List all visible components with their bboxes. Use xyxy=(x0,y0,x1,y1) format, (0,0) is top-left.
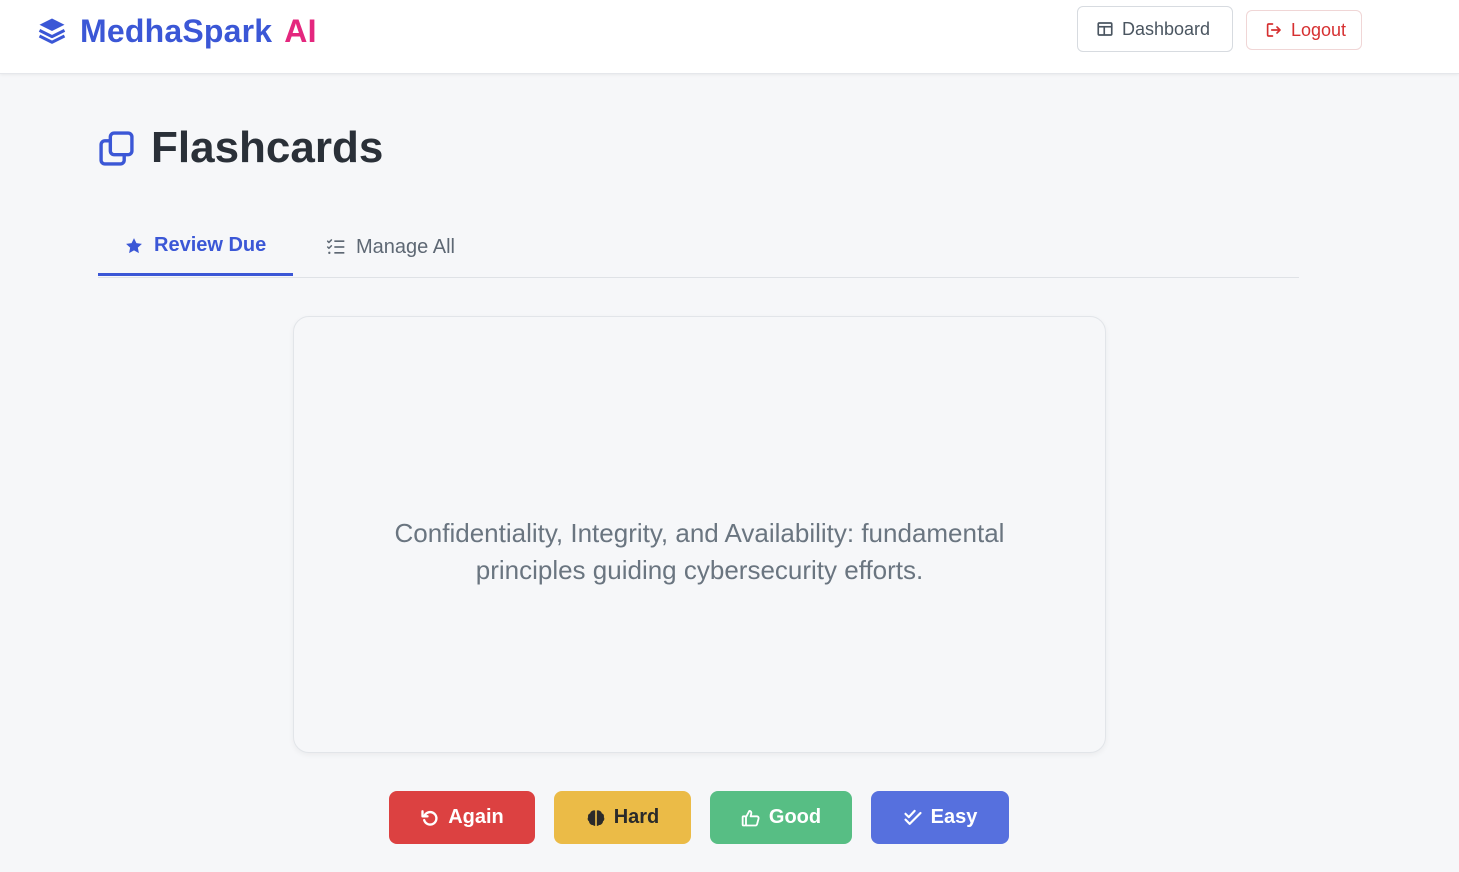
flashcard-text: Confidentiality, Integrity, and Availabi… xyxy=(394,517,1005,585)
page-title: Flashcards xyxy=(98,123,384,172)
good-button[interactable]: Good xyxy=(710,791,852,844)
brand-name: MedhaSpark xyxy=(80,12,273,49)
tab-manage-all-label: Manage All xyxy=(356,235,455,258)
tab-review-due[interactable]: Review Due xyxy=(98,218,293,276)
dashboard-button[interactable]: Dashboard xyxy=(1077,6,1233,52)
tab-manage-all[interactable]: Manage All xyxy=(326,218,455,276)
check-double-icon xyxy=(904,809,922,825)
brand-title: MedhaSpark AI xyxy=(80,13,317,50)
layers-icon xyxy=(38,18,66,44)
flashcard[interactable]: Confidentiality, Integrity, and Availabi… xyxy=(293,316,1106,753)
tab-review-due-label: Review Due xyxy=(154,234,267,256)
list-check-icon xyxy=(326,239,345,254)
page-title-text: Flashcards xyxy=(151,123,384,172)
top-navbar: MedhaSpark AI Dashboard Logout xyxy=(0,0,1459,74)
hard-label: Hard xyxy=(613,806,660,828)
good-label: Good xyxy=(768,806,822,828)
brand-link[interactable]: MedhaSpark AI xyxy=(37,13,317,49)
dashboard-label: Dashboard xyxy=(1122,18,1211,39)
star-icon xyxy=(126,237,142,253)
again-label: Again xyxy=(448,806,504,828)
logout-button[interactable]: Logout xyxy=(1246,10,1362,50)
again-button[interactable]: Again xyxy=(389,791,535,844)
brand-suffix: AI xyxy=(284,12,317,49)
logout-label: Logout xyxy=(1291,19,1347,40)
layout-panel-icon xyxy=(1097,22,1113,36)
easy-button[interactable]: Easy xyxy=(871,791,1009,844)
thumbs-up-icon xyxy=(741,809,760,826)
hard-button[interactable]: Hard xyxy=(554,791,691,844)
brain-icon xyxy=(587,809,605,826)
easy-label: Easy xyxy=(930,806,978,828)
copy-icon xyxy=(99,130,134,166)
sign-out-icon xyxy=(1266,23,1281,37)
flashcard-tabs: Review Due Manage All xyxy=(98,218,1299,278)
rotate-left-icon xyxy=(421,809,438,826)
